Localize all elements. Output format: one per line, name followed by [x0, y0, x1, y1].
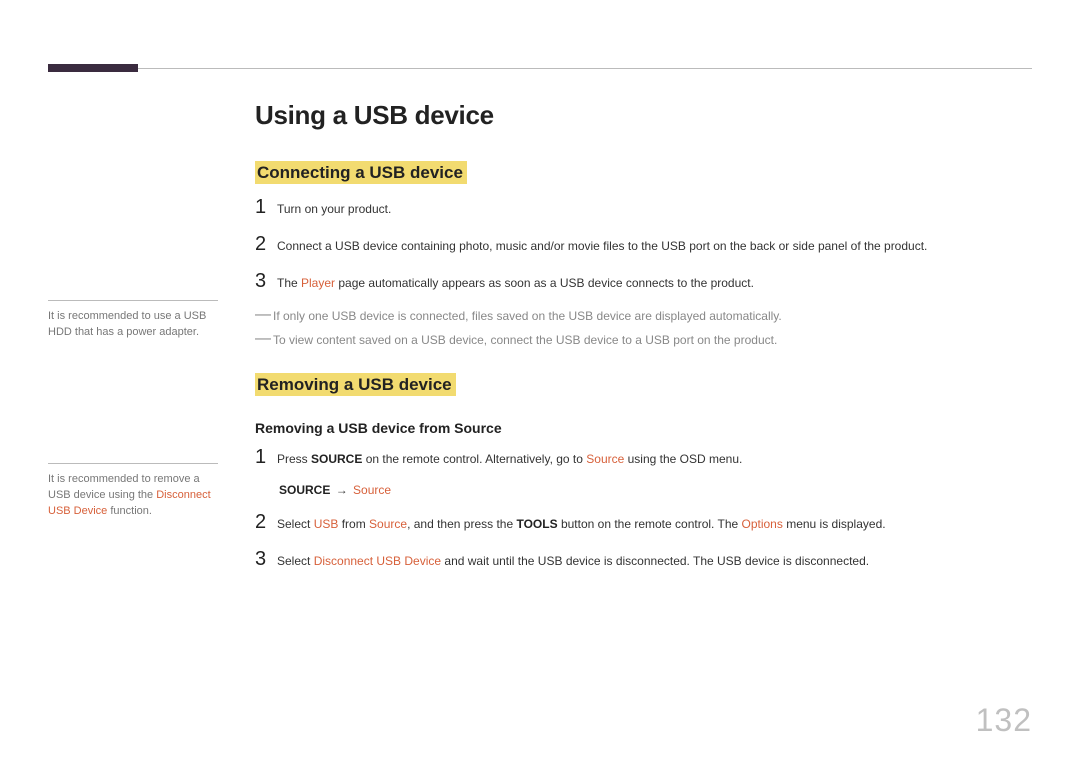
connecting-step-2: 2 Connect a USB device containing photo,… — [255, 233, 1032, 256]
step-number: 2 — [255, 511, 277, 534]
step-text: The Player page automatically appears as… — [277, 270, 754, 292]
sidebar-note-2-post: function. — [107, 505, 152, 517]
page-title: Using a USB device — [255, 100, 1032, 131]
text-highlight: Disconnect USB Device — [314, 554, 441, 568]
text-highlight: Player — [301, 276, 335, 290]
subheading-removing: Removing a USB device from Source — [255, 420, 1032, 436]
sidebar-note-1-text: It is recommended to use a USB HDD that … — [48, 310, 206, 338]
step-number: 1 — [255, 196, 277, 219]
text-bold: TOOLS — [516, 517, 557, 531]
text-pre: Select — [277, 554, 314, 568]
top-accent-bar — [48, 64, 138, 72]
document-page: It is recommended to use a USB HDD that … — [0, 0, 1080, 763]
sidebar-note-1: It is recommended to use a USB HDD that … — [48, 300, 218, 341]
page-number: 132 — [976, 702, 1032, 739]
step-number: 3 — [255, 548, 277, 571]
top-rule — [48, 68, 1032, 69]
step-text: Press SOURCE on the remote control. Alte… — [277, 446, 742, 468]
dash-icon: ― — [255, 331, 273, 349]
dash-note-text: To view content saved on a USB device, c… — [273, 331, 777, 349]
removing-step-3: 3 Select Disconnect USB Device and wait … — [255, 548, 1032, 571]
step-text: Select Disconnect USB Device and wait un… — [277, 548, 869, 570]
step-text: Turn on your product. — [277, 196, 391, 218]
step-number: 3 — [255, 270, 277, 293]
step-number: 1 — [255, 446, 277, 469]
removing-step-2: 2 Select USB from Source, and then press… — [255, 511, 1032, 534]
connecting-step-3: 3 The Player page automatically appears … — [255, 270, 1032, 293]
sidebar-note-2: It is recommended to remove a USB device… — [48, 463, 218, 520]
text-pre: The — [277, 276, 301, 290]
text-post: menu is displayed. — [783, 517, 886, 531]
step-number: 2 — [255, 233, 277, 256]
removing-step-1: 1 Press SOURCE on the remote control. Al… — [255, 446, 1032, 469]
connecting-step-1: 1 Turn on your product. — [255, 196, 1032, 219]
text-mid: button on the remote control. The — [558, 517, 742, 531]
step-text: Select USB from Source, and then press t… — [277, 511, 886, 533]
text-highlight: Options — [742, 517, 783, 531]
step-text: Connect a USB device containing photo, m… — [277, 233, 927, 255]
text-post: and wait until the USB device is disconn… — [441, 554, 869, 568]
text-mid: on the remote control. Alternatively, go… — [362, 452, 586, 466]
text-post: using the OSD menu. — [624, 452, 742, 466]
main-content: Using a USB device Connecting a USB devi… — [255, 100, 1032, 585]
path-source-bold: SOURCE — [279, 483, 330, 497]
path-source-highlight: Source — [353, 483, 391, 497]
arrow-icon: → — [334, 483, 350, 497]
text-post: page automatically appears as soon as a … — [335, 276, 754, 290]
text-highlight: Source — [369, 517, 407, 531]
dash-note-text: If only one USB device is connected, fil… — [273, 307, 782, 325]
text-highlight: USB — [314, 517, 339, 531]
text-mid: from — [338, 517, 369, 531]
text-mid: , and then press the — [407, 517, 516, 531]
text-pre: Select — [277, 517, 314, 531]
text-bold: SOURCE — [311, 452, 362, 466]
section-removing: Removing a USB device Removing a USB dev… — [255, 367, 1032, 571]
dash-note-2: ― To view content saved on a USB device,… — [255, 331, 1032, 349]
nav-path: SOURCE → Source — [279, 483, 1032, 497]
dash-icon: ― — [255, 307, 273, 325]
text-pre: Press — [277, 452, 311, 466]
text-highlight: Source — [586, 452, 624, 466]
heading-removing: Removing a USB device — [255, 373, 456, 396]
heading-connecting: Connecting a USB device — [255, 161, 467, 184]
dash-note-1: ― If only one USB device is connected, f… — [255, 307, 1032, 325]
